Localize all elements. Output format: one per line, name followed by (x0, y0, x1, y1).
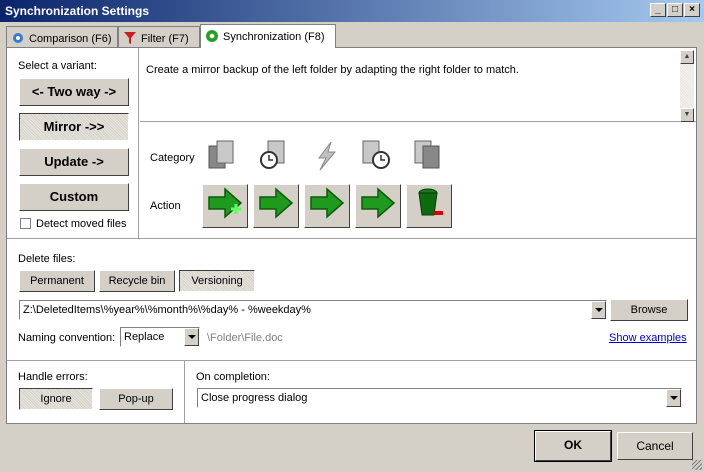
description-scrollbar[interactable]: ▲ ▼ (680, 50, 694, 122)
variant-divider (138, 48, 139, 238)
right-only-file-icon (414, 140, 440, 169)
action-label: Action (150, 200, 181, 212)
maximize-button[interactable]: □ (667, 3, 683, 17)
scroll-up-button[interactable]: ▲ (680, 50, 694, 64)
chevron-down-icon[interactable] (184, 328, 199, 346)
action-overwrite-right-button-1[interactable] (253, 184, 299, 228)
variant-description: Create a mirror backup of the left folde… (140, 50, 678, 118)
browse-button[interactable]: Browse (610, 299, 688, 321)
tab-synchronization[interactable]: Synchronization (F8) (200, 24, 336, 48)
variant-heading: Select a variant: (18, 60, 97, 72)
section-divider-1 (7, 238, 696, 239)
chevron-down-icon[interactable] (666, 389, 681, 407)
recycle-bin-button[interactable]: Recycle bin (99, 270, 175, 292)
scroll-down-button[interactable]: ▼ (680, 108, 694, 122)
window-title: Synchronization Settings (5, 4, 150, 18)
left-only-file-icon (208, 140, 234, 169)
on-completion-label: On completion: (196, 371, 270, 383)
on-completion-combo[interactable]: Close progress dialog (197, 388, 682, 408)
title-bar: Synchronization Settings _ □ × (0, 0, 704, 22)
cancel-button[interactable]: Cancel (617, 432, 693, 460)
conflict-icon (318, 141, 337, 171)
tab-comparison-label: Comparison (F6) (29, 33, 112, 45)
naming-convention-value: Replace (124, 331, 165, 343)
update-button[interactable]: Update -> (19, 148, 129, 176)
action-delete-right-button[interactable] (406, 184, 452, 228)
filter-icon (124, 32, 136, 44)
on-completion-value: Close progress dialog (201, 392, 308, 404)
minimize-button[interactable]: _ (650, 3, 666, 17)
versioning-button[interactable]: Versioning (179, 270, 255, 292)
custom-button[interactable]: Custom (19, 183, 129, 211)
versioning-path-value: Z:\DeletedItems\%year%\%month%\%day% - %… (23, 304, 311, 316)
copy-right-icon (361, 187, 396, 219)
detect-moved-checkbox[interactable] (20, 218, 31, 229)
gear-icon (13, 33, 23, 43)
tab-comparison[interactable]: Comparison (F6) (6, 26, 118, 47)
sync-gear-icon (206, 30, 218, 42)
tab-filter[interactable]: Filter (F7) (118, 26, 200, 47)
action-overwrite-right-button-3[interactable] (355, 184, 401, 228)
sync-settings-panel: Select a variant: <- Two way -> Mirror -… (6, 47, 697, 424)
resize-grip[interactable] (692, 460, 702, 470)
tab-synchronization-label: Synchronization (F8) (223, 31, 325, 43)
chevron-down-icon[interactable] (591, 301, 606, 319)
copy-right-icon (259, 187, 294, 219)
close-button[interactable]: × (684, 3, 700, 17)
copy-right-icon (310, 187, 345, 219)
mirror-button[interactable]: Mirror ->> (19, 113, 129, 141)
tab-filter-label: Filter (F7) (141, 33, 189, 45)
delete-files-label: Delete files: (18, 253, 76, 265)
section-divider-2 (7, 360, 696, 361)
popup-button[interactable]: Pop-up (99, 388, 173, 410)
permanent-button[interactable]: Permanent (19, 270, 95, 292)
naming-convention-select[interactable]: Replace (120, 327, 200, 347)
action-create-right-button[interactable] (202, 184, 248, 228)
action-overwrite-right-button-2[interactable] (304, 184, 350, 228)
ok-button[interactable]: OK (534, 430, 612, 462)
handle-errors-label: Handle errors: (18, 371, 88, 383)
show-examples-link[interactable]: Show examples (609, 332, 687, 344)
right-newer-file-icon (362, 140, 390, 169)
create-right-icon (208, 187, 243, 219)
description-divider (140, 121, 696, 122)
naming-convention-label: Naming convention: (18, 332, 116, 344)
versioning-path-combo[interactable]: Z:\DeletedItems\%year%\%month%\%day% - %… (19, 300, 607, 320)
errors-divider (184, 361, 185, 423)
naming-example: \Folder\File.doc (207, 332, 283, 344)
ignore-button[interactable]: Ignore (19, 388, 93, 410)
left-newer-file-icon (260, 140, 285, 169)
detect-moved-label: Detect moved files (36, 218, 127, 230)
category-label: Category (150, 152, 195, 164)
delete-right-icon (418, 188, 443, 216)
two-way-button[interactable]: <- Two way -> (19, 78, 129, 106)
